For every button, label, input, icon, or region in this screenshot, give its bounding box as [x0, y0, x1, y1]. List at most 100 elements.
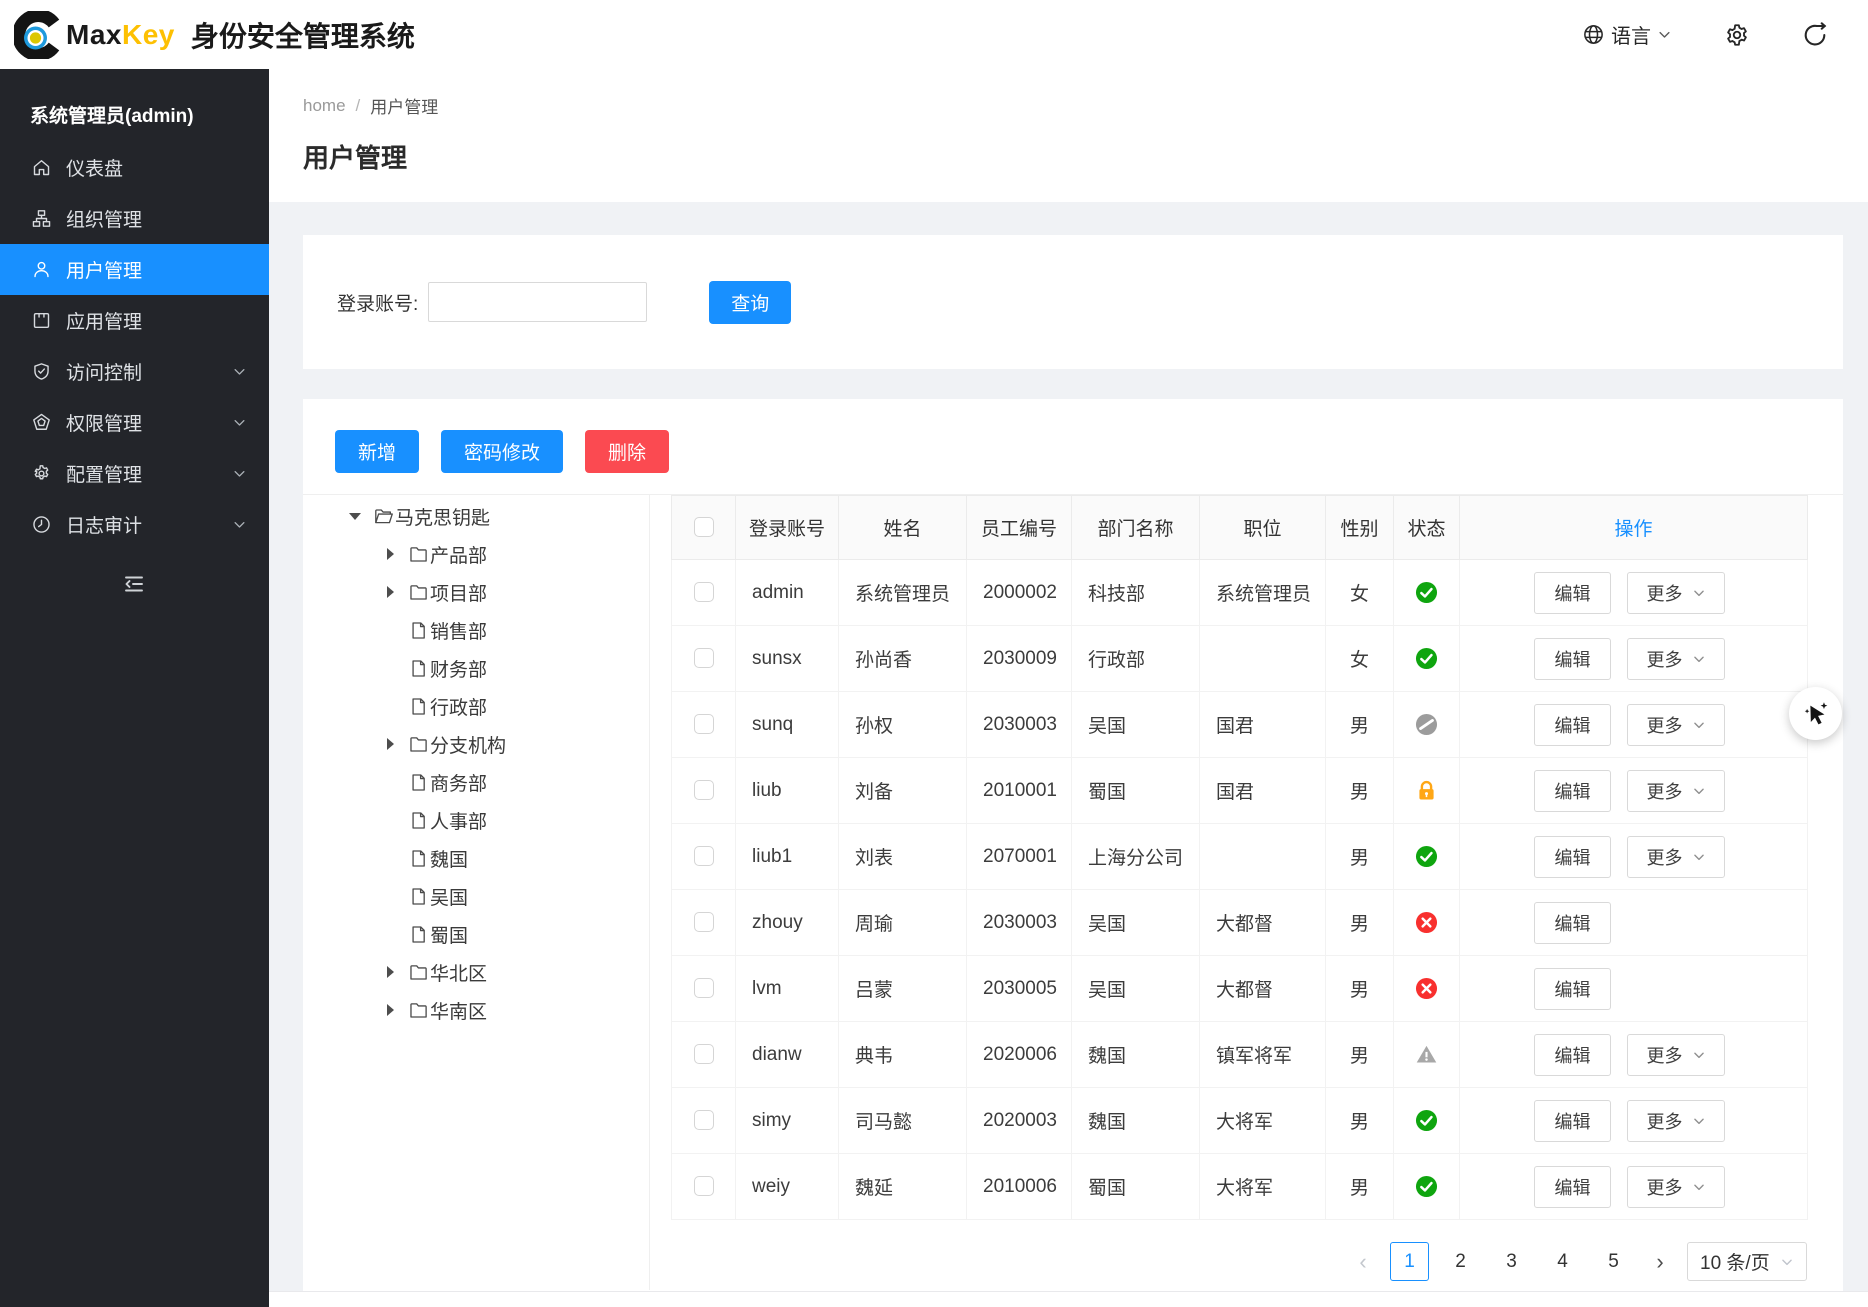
sidebar-item-permissions[interactable]: 权限管理	[0, 397, 269, 448]
edit-button[interactable]: 编辑	[1534, 836, 1611, 878]
more-button[interactable]: 更多	[1627, 836, 1725, 878]
delete-button[interactable]: 删除	[585, 430, 669, 473]
row-select-cell	[672, 1088, 736, 1154]
edit-button[interactable]: 编辑	[1534, 1100, 1611, 1142]
topbar-actions: 语言	[1582, 20, 1828, 49]
more-button[interactable]: 更多	[1627, 770, 1725, 812]
employee-id-cell: 2020006	[967, 1022, 1072, 1088]
sidebar-item-audit-log[interactable]: 日志审计	[0, 499, 269, 550]
tree-node[interactable]: 魏国	[303, 839, 649, 877]
table-row: liub刘备2010001蜀国国君男编辑更多	[672, 758, 1808, 824]
more-button[interactable]: 更多	[1627, 1100, 1725, 1142]
more-button[interactable]: 更多	[1627, 572, 1725, 614]
tree-expander-open-icon[interactable]	[347, 513, 363, 520]
tree-node[interactable]: 产品部	[303, 535, 649, 573]
more-button[interactable]: 更多	[1627, 1166, 1725, 1208]
sidebar-item-dashboard[interactable]: 仪表盘	[0, 142, 269, 193]
logout-button[interactable]	[1802, 22, 1828, 48]
pagination-page-3[interactable]: 3	[1492, 1242, 1531, 1281]
row-checkbox[interactable]	[694, 714, 714, 734]
row-checkbox[interactable]	[694, 846, 714, 866]
page-size-select[interactable]: 10 条/页	[1687, 1242, 1807, 1281]
row-checkbox[interactable]	[694, 912, 714, 932]
tree-node[interactable]: 华北区	[303, 953, 649, 991]
more-button[interactable]: 更多	[1627, 638, 1725, 680]
tree-node[interactable]: 行政部	[303, 687, 649, 725]
pagination-page-4[interactable]: 4	[1543, 1242, 1582, 1281]
row-checkbox[interactable]	[694, 780, 714, 800]
select-all-header	[672, 496, 736, 560]
department-cell: 吴国	[1072, 890, 1200, 956]
sidebar-item-configuration[interactable]: 配置管理	[0, 448, 269, 499]
employee-id-cell: 2020003	[967, 1088, 1072, 1154]
tree-expander-closed-icon[interactable]	[382, 966, 398, 978]
edit-button[interactable]: 编辑	[1534, 968, 1611, 1010]
breadcrumb-home[interactable]: home	[303, 96, 346, 116]
login-account-input[interactable]	[428, 282, 647, 322]
status-cell	[1394, 890, 1460, 956]
tree-node[interactable]: 华南区	[303, 991, 649, 1029]
assistant-floating-button[interactable]	[1789, 687, 1842, 740]
tree-node[interactable]: 马克思钥匙	[303, 497, 649, 535]
department-cell: 科技部	[1072, 560, 1200, 626]
actions-column-header: 操作	[1460, 496, 1808, 560]
language-switcher[interactable]: 语言	[1582, 20, 1672, 49]
settings-button[interactable]	[1724, 22, 1750, 48]
row-checkbox[interactable]	[694, 648, 714, 668]
change-password-button[interactable]: 密码修改	[441, 430, 563, 473]
tree-expander-closed-icon[interactable]	[382, 548, 398, 560]
edit-button[interactable]: 编辑	[1534, 1166, 1611, 1208]
chevron-down-icon	[1692, 1180, 1706, 1194]
edit-button[interactable]: 编辑	[1534, 638, 1611, 680]
sidebar-item-users[interactable]: 用户管理	[0, 244, 269, 295]
page-size-value: 10 条/页	[1700, 1248, 1770, 1275]
row-checkbox[interactable]	[694, 978, 714, 998]
row-checkbox[interactable]	[694, 1110, 714, 1130]
column-header: 员工编号	[967, 496, 1072, 560]
user-management-panel: 新增 密码修改 删除 马克思钥匙产品部项目部销售部财务部行政部分支机构商务部人事…	[303, 399, 1843, 1291]
sidebar-item-access-control[interactable]: 访问控制	[0, 346, 269, 397]
department-cell: 吴国	[1072, 956, 1200, 1022]
sidebar-item-applications[interactable]: 应用管理	[0, 295, 269, 346]
tree-node[interactable]: 吴国	[303, 877, 649, 915]
tree-node[interactable]: 销售部	[303, 611, 649, 649]
chevron-down-icon	[232, 415, 247, 430]
pentagon-icon	[30, 412, 52, 434]
more-button[interactable]: 更多	[1627, 1034, 1725, 1076]
pagination-page-1[interactable]: 1	[1390, 1242, 1429, 1281]
add-button[interactable]: 新增	[335, 430, 419, 473]
sidebar-collapse-button[interactable]	[122, 572, 146, 596]
pagination-page-5[interactable]: 5	[1594, 1242, 1633, 1281]
sidebar-item-label: 访问控制	[66, 358, 142, 385]
tree-node[interactable]: 财务部	[303, 649, 649, 687]
pagination-next-icon[interactable]: ›	[1645, 1251, 1675, 1273]
row-checkbox[interactable]	[694, 1044, 714, 1064]
sidebar-user-label: 系统管理员(admin)	[0, 69, 269, 142]
row-checkbox[interactable]	[694, 582, 714, 602]
tree-node[interactable]: 商务部	[303, 763, 649, 801]
folder-icon	[408, 544, 429, 565]
edit-button[interactable]: 编辑	[1534, 572, 1611, 614]
sidebar-item-organization[interactable]: 组织管理	[0, 193, 269, 244]
edit-button[interactable]: 编辑	[1534, 1034, 1611, 1076]
select-all-checkbox[interactable]	[694, 517, 714, 537]
more-button[interactable]: 更多	[1627, 704, 1725, 746]
query-button[interactable]: 查询	[709, 281, 791, 324]
tree-node[interactable]: 人事部	[303, 801, 649, 839]
pagination-prev-icon[interactable]: ‹	[1348, 1251, 1378, 1273]
row-checkbox[interactable]	[694, 1176, 714, 1196]
tree-expander-closed-icon[interactable]	[382, 586, 398, 598]
tree-node[interactable]: 项目部	[303, 573, 649, 611]
tree-node[interactable]: 蜀国	[303, 915, 649, 953]
edit-button[interactable]: 编辑	[1534, 770, 1611, 812]
tree-node[interactable]: 分支机构	[303, 725, 649, 763]
edit-button[interactable]: 编辑	[1534, 704, 1611, 746]
tree-expander-closed-icon[interactable]	[382, 738, 398, 750]
file-icon	[408, 886, 429, 907]
table-row: sunq孙权2030003吴国国君男编辑更多	[672, 692, 1808, 758]
tree-expander-closed-icon[interactable]	[382, 1004, 398, 1016]
brand: MaxKey 身份安全管理系统	[14, 11, 415, 59]
pagination-page-2[interactable]: 2	[1441, 1242, 1480, 1281]
edit-button[interactable]: 编辑	[1534, 902, 1611, 944]
actions-cell: 编辑更多	[1460, 758, 1808, 824]
